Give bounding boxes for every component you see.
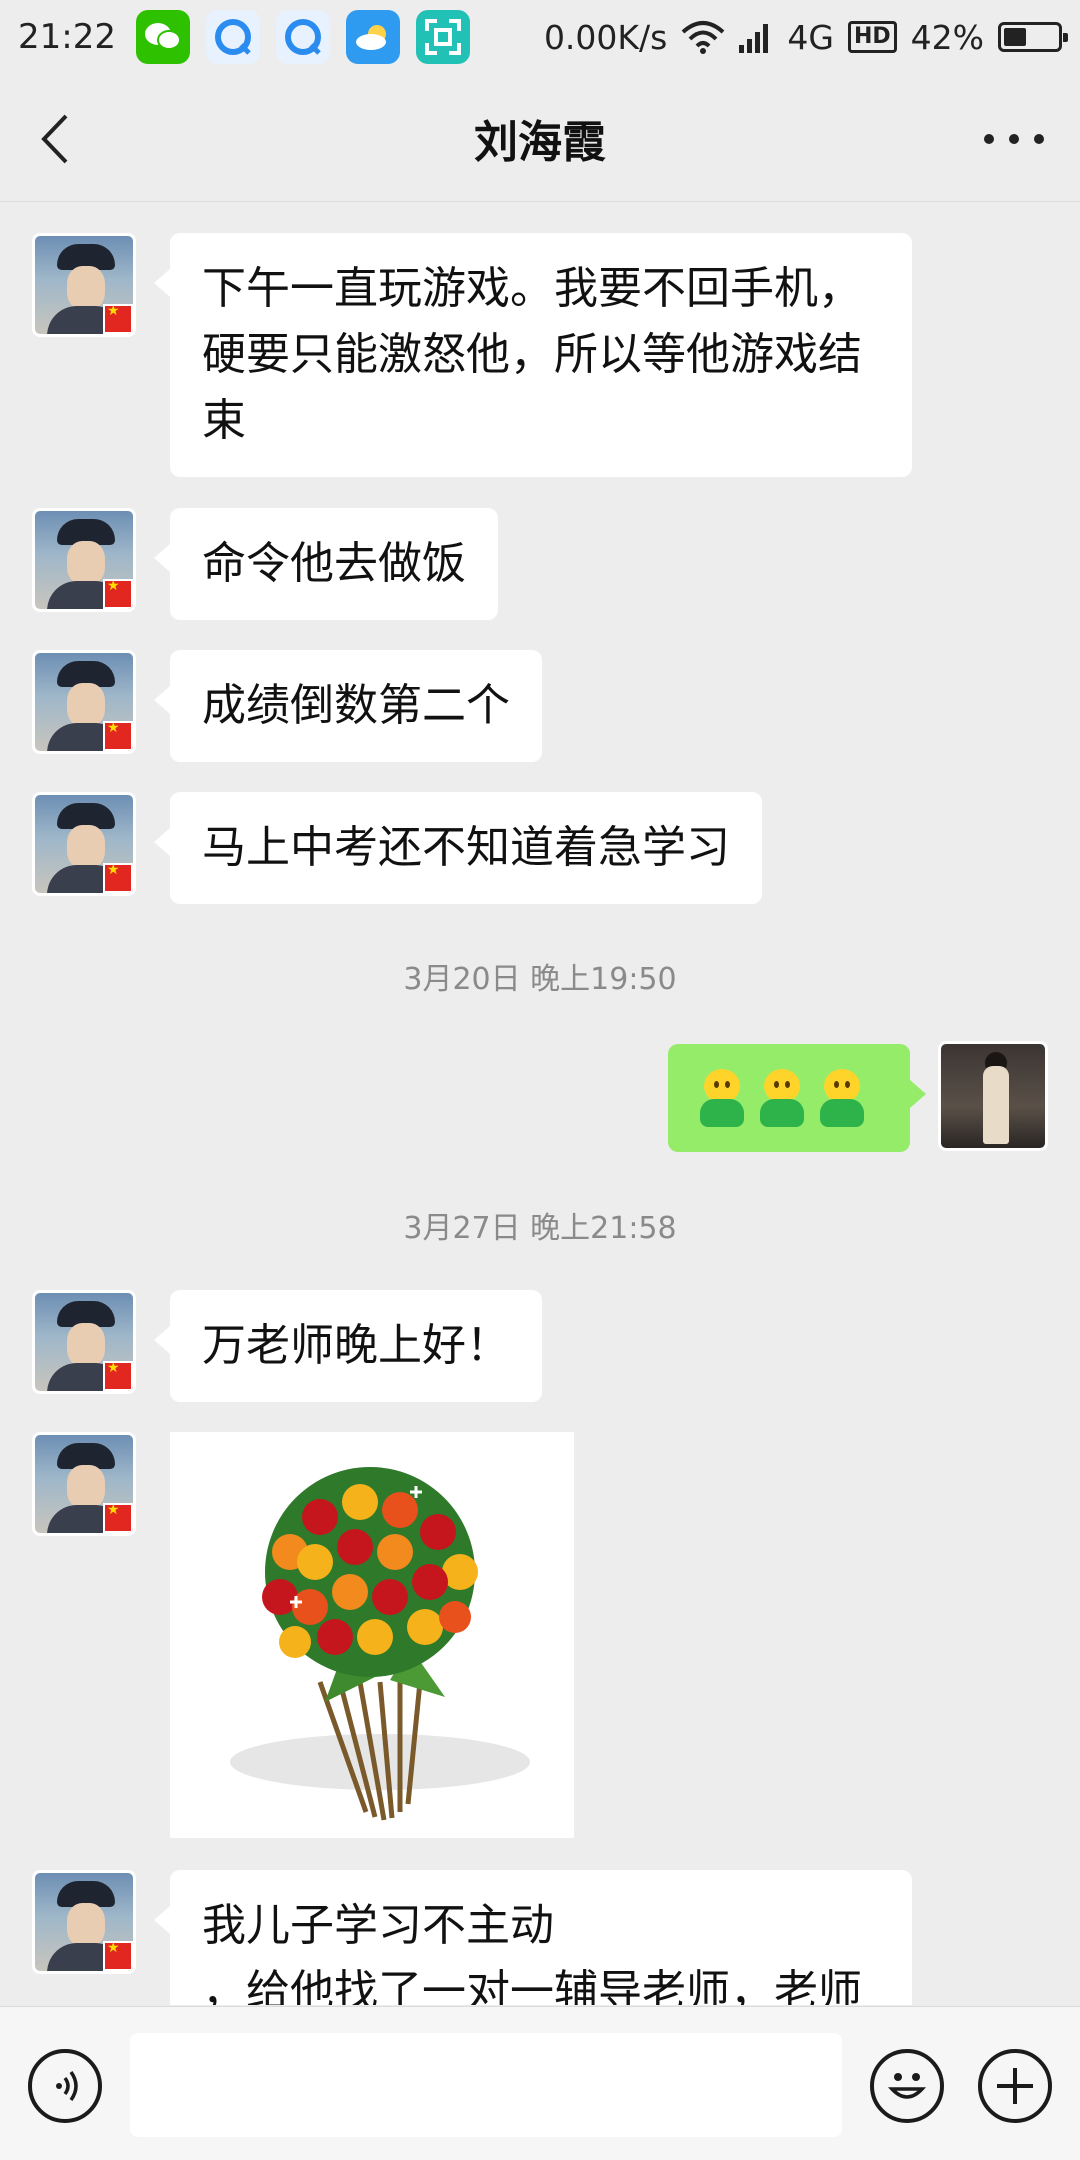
message-list[interactable]: 下午一直玩游戏。我要不回手机，硬要只能激怒他，所以等他游戏结束 命令他去做饭 成…: [0, 203, 1080, 2005]
smiley-icon: [887, 2073, 927, 2099]
contact-avatar[interactable]: [32, 650, 136, 754]
message-timestamp: 3月27日 晚上21:58: [403, 1211, 677, 1246]
contact-avatar[interactable]: [32, 792, 136, 896]
battery-fill: [1004, 28, 1026, 46]
chat-title: 刘海霞: [474, 116, 606, 168]
emoji-message-bubble[interactable]: [668, 1044, 926, 1152]
contact-avatar[interactable]: [32, 1290, 136, 1394]
flag-icon: [103, 1360, 133, 1391]
contact-avatar[interactable]: [32, 508, 136, 612]
message-row: 万老师晚上好！: [0, 1290, 1080, 1402]
network-speed: 0.00K/s: [543, 17, 668, 57]
battery-icon: [998, 22, 1068, 52]
message-bubble[interactable]: 马上中考还不知道着急学习: [154, 792, 762, 904]
signal-icon: [739, 24, 769, 53]
flag-icon: [103, 1502, 133, 1533]
person-emoji-icon: [754, 1069, 810, 1129]
flag-icon: [103, 303, 133, 334]
flag-icon: [103, 1940, 133, 1971]
flag-icon: [103, 578, 133, 609]
voice-input-button[interactable]: [28, 2049, 102, 2123]
flower-bouquet-image[interactable]: [170, 1432, 574, 1838]
wifi-icon: [682, 21, 725, 54]
message-bubble[interactable]: 万老师晚上好！: [154, 1290, 542, 1402]
message-row: [0, 1041, 1080, 1153]
battery-percent: 42%: [910, 17, 984, 57]
status-indicators: 0.00K/s 4G HD 42%: [543, 17, 1068, 57]
flag-icon: [103, 862, 133, 893]
message-input[interactable]: [130, 2033, 842, 2137]
message-bubble[interactable]: 我儿子学习不主动 ，给他找了一对一辅导老师，老师: [154, 1870, 912, 2005]
person-emoji-icon: [814, 1069, 870, 1129]
message-row: 我儿子学习不主动 ，给他找了一对一辅导老师，老师: [0, 1870, 1080, 2005]
message-bubble[interactable]: 命令他去做饭: [154, 508, 498, 620]
more-functions-button[interactable]: [978, 2049, 1052, 2123]
chat-screen: 21:22 0.00K/s 4G HD 42% 刘海霞 ★ 下午一直玩游戏。我要…: [0, 0, 1080, 2160]
more-dot: [1034, 134, 1044, 144]
status-bar: 21:22 0.00K/s 4G HD 42%: [0, 0, 1080, 74]
self-avatar[interactable]: [938, 1041, 1048, 1151]
message-row: 成绩倒数第二个: [0, 650, 1080, 762]
more-options-button[interactable]: [984, 114, 1044, 164]
back-button[interactable]: [30, 104, 90, 174]
contact-avatar[interactable]: [32, 1432, 136, 1536]
voice-icon: [56, 2070, 78, 2102]
message-timestamp: 3月20日 晚上19:50: [403, 962, 677, 997]
chat-header: 刘海霞: [0, 74, 1080, 202]
weather-icon: [345, 10, 400, 64]
message-row: 下午一直玩游戏。我要不回手机，硬要只能激怒他，所以等他游戏结束: [0, 233, 1080, 478]
input-bar: [0, 2006, 1080, 2160]
message-row: [0, 1432, 1080, 1838]
status-time: 21:22: [18, 17, 116, 57]
browser-icon: [205, 10, 260, 64]
person-emoji-icon: [694, 1069, 750, 1129]
contact-avatar[interactable]: [32, 1870, 136, 1974]
scanner-icon: [415, 10, 470, 64]
message-row: 马上中考还不知道着急学习: [0, 792, 1080, 904]
network-type: 4G: [787, 17, 834, 57]
wechat-icon: [135, 10, 190, 64]
message-row: 命令他去做饭: [0, 508, 1080, 620]
message-bubble[interactable]: 下午一直玩游戏。我要不回手机，硬要只能激怒他，所以等他游戏结束: [154, 233, 912, 477]
hd-badge: HD: [847, 21, 897, 53]
flag-icon: [103, 720, 133, 751]
emoji-button[interactable]: [870, 2049, 944, 2123]
plus-icon: [997, 2068, 1033, 2104]
contact-avatar[interactable]: [32, 233, 136, 337]
more-dot: [984, 134, 994, 144]
chevron-left-icon: [41, 114, 68, 164]
message-bubble[interactable]: 成绩倒数第二个: [154, 650, 542, 762]
browser-icon: [275, 10, 330, 64]
more-dot: [1009, 134, 1019, 144]
